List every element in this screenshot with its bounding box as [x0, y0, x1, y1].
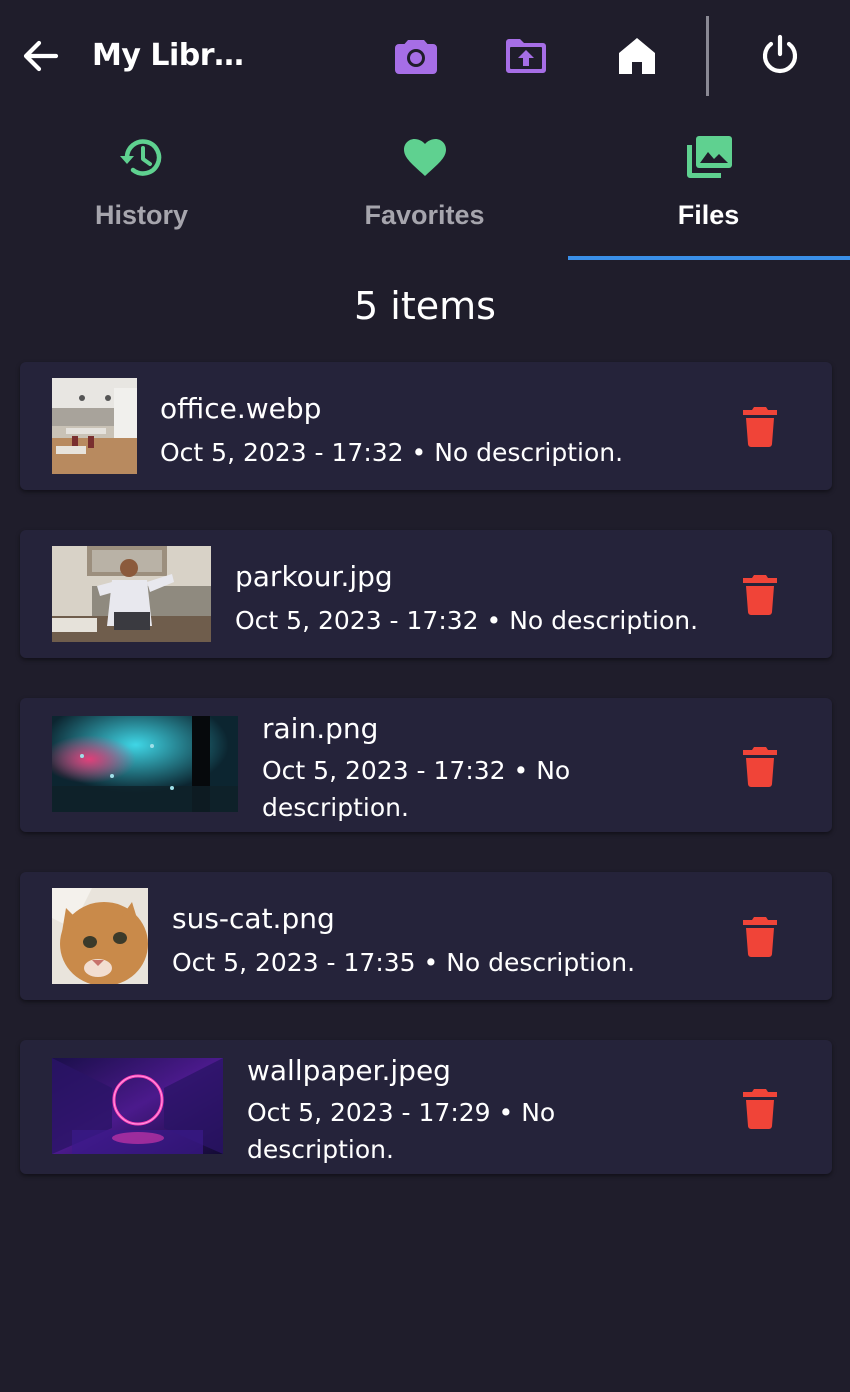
heart-icon [403, 139, 446, 176]
back-arrow-icon [23, 40, 59, 72]
file-list-item[interactable]: rain.png Oct 5, 2023 - 17:32 • No descri… [20, 698, 832, 832]
trash-icon [743, 575, 777, 615]
file-name: sus-cat.png [172, 902, 335, 935]
file-thumbnail [52, 546, 211, 642]
item-count: 5 items [354, 284, 496, 328]
tab-favorites-label: Favorites [364, 200, 485, 230]
tab-history[interactable]: History [0, 124, 283, 258]
folder-upload-icon [506, 39, 546, 73]
file-list-item[interactable]: sus-cat.png Oct 5, 2023 - 17:35 • No des… [20, 872, 832, 1000]
active-tab-indicator [568, 256, 850, 260]
trash-icon [743, 1089, 777, 1129]
file-thumbnail [52, 378, 137, 474]
file-list-item[interactable]: office.webp Oct 5, 2023 - 17:32 • No des… [20, 362, 832, 490]
trash-icon [743, 917, 777, 957]
home-icon [619, 38, 655, 74]
delete-button[interactable] [740, 744, 780, 788]
delete-button[interactable] [740, 404, 780, 448]
file-list-item[interactable]: parkour.jpg Oct 5, 2023 - 17:32 • No des… [20, 530, 832, 658]
file-thumbnail [52, 888, 148, 984]
logout-button[interactable] [756, 32, 804, 80]
delete-button[interactable] [740, 914, 780, 958]
tab-files[interactable]: Files [567, 124, 850, 258]
photo-library-icon [686, 136, 732, 178]
app-bar: My Libr… [0, 0, 850, 112]
file-meta: Oct 5, 2023 - 17:32 • No description. [235, 606, 699, 635]
home-button[interactable] [613, 32, 661, 80]
camera-button[interactable] [392, 32, 440, 80]
file-thumbnail [52, 716, 238, 812]
file-list-item[interactable]: wallpaper.jpeg Oct 5, 2023 - 17:29 • No … [20, 1040, 832, 1174]
delete-button[interactable] [740, 572, 780, 616]
file-meta: Oct 5, 2023 - 17:35 • No description. [172, 948, 636, 977]
trash-icon [743, 407, 777, 447]
page-title: My Libr… [92, 38, 244, 73]
upload-button[interactable] [502, 32, 550, 80]
file-name: parkour.jpg [235, 560, 393, 593]
file-meta: Oct 5, 2023 - 17:32 • No description. [160, 438, 624, 467]
tab-favorites[interactable]: Favorites [283, 124, 566, 258]
file-name: wallpaper.jpeg [247, 1054, 451, 1087]
tab-files-label: Files [677, 200, 740, 230]
toolbar-divider [706, 16, 709, 96]
delete-button[interactable] [740, 1086, 780, 1130]
tab-history-label: History [94, 200, 189, 230]
power-icon [762, 34, 798, 74]
file-meta: Oct 5, 2023 - 17:29 • No description. [247, 1098, 556, 1164]
file-meta: Oct 5, 2023 - 17:32 • No description. [262, 756, 571, 822]
trash-icon [743, 747, 777, 787]
tab-bar: History Favorites Files [0, 124, 850, 262]
history-icon [119, 139, 161, 176]
file-thumbnail [52, 1058, 223, 1154]
back-button[interactable] [20, 36, 60, 76]
file-name: office.webp [160, 392, 322, 425]
camera-icon [395, 40, 437, 74]
file-name: rain.png [262, 712, 379, 745]
